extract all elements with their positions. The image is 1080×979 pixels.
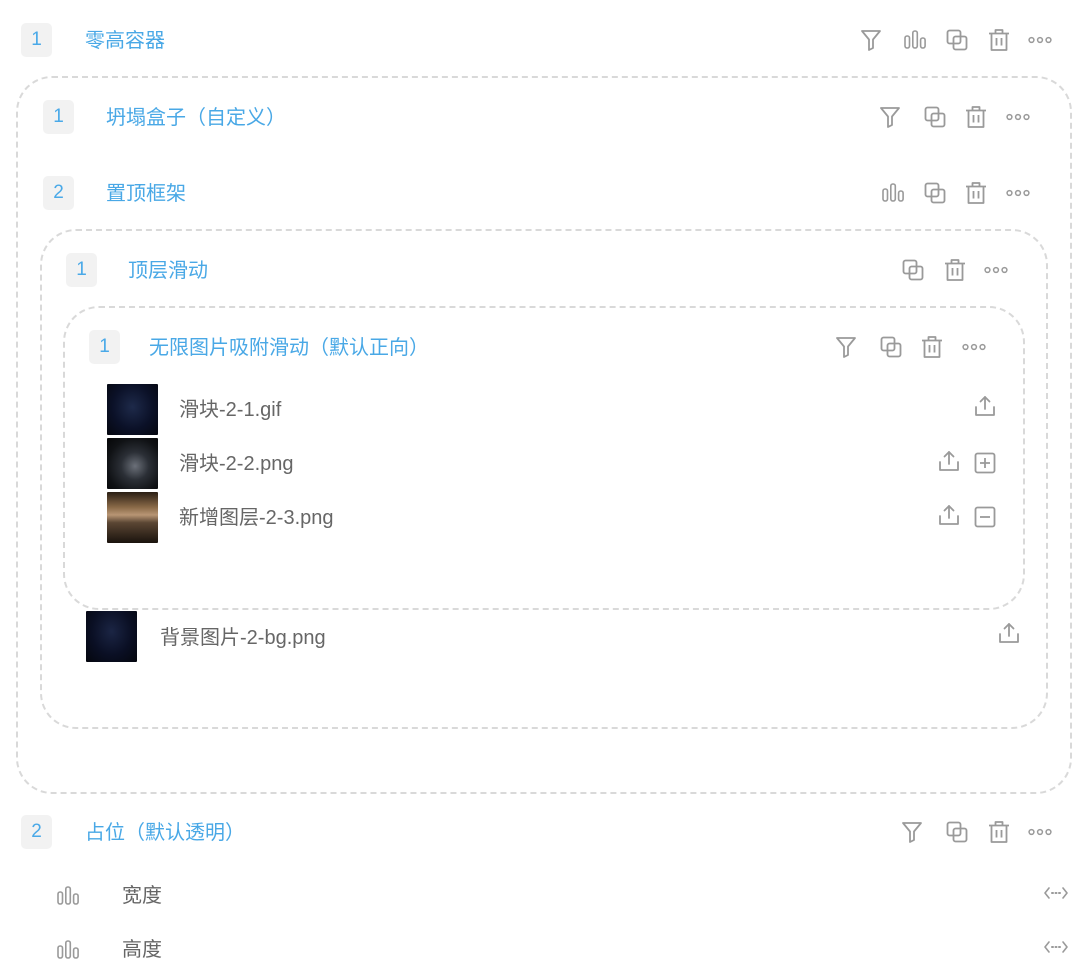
more-icon[interactable] [1027, 27, 1053, 53]
image-name: 新增图层-2-3.png [179, 507, 334, 529]
image-thumbnail[interactable] [107, 384, 158, 435]
copy-icon[interactable] [944, 27, 970, 53]
placeholder-index: 2 [21, 815, 52, 849]
copy-icon[interactable] [922, 104, 948, 130]
image-thumbnail[interactable] [86, 611, 137, 662]
copy-icon[interactable] [900, 257, 926, 283]
remove-square-icon[interactable] [972, 504, 998, 530]
image-thumbnail[interactable] [107, 438, 158, 489]
background-image-name: 背景图片-2-bg.png [160, 627, 326, 649]
pinned-frame-title[interactable]: 置顶框架 [106, 182, 186, 206]
copy-icon[interactable] [944, 819, 970, 845]
trash-icon[interactable] [986, 819, 1012, 845]
zero-container-title[interactable]: 零高容器 [85, 29, 165, 53]
top-scroll-index: 1 [66, 253, 97, 287]
upload-icon[interactable] [972, 393, 998, 419]
bar-chart-icon[interactable] [902, 27, 928, 53]
trash-icon[interactable] [919, 334, 945, 360]
image-name: 滑块-2-2.png [179, 453, 294, 475]
zero-container-index: 1 [21, 23, 52, 57]
upload-icon[interactable] [936, 502, 962, 528]
more-icon[interactable] [1005, 180, 1031, 206]
more-icon[interactable] [1005, 104, 1031, 130]
trash-icon[interactable] [963, 104, 989, 130]
more-icon[interactable] [961, 334, 987, 360]
trash-icon[interactable] [986, 27, 1012, 53]
collapse-box-index: 1 [43, 100, 74, 134]
filter-icon[interactable] [899, 819, 925, 845]
add-square-icon[interactable] [972, 450, 998, 476]
more-icon[interactable] [1027, 819, 1053, 845]
copy-icon[interactable] [878, 334, 904, 360]
image-name: 滑块-2-1.gif [179, 399, 282, 421]
placeholder-title[interactable]: 占位（默认透明） [85, 821, 245, 845]
upload-icon[interactable] [996, 620, 1022, 646]
top-scroll-title[interactable]: 顶层滑动 [128, 259, 208, 283]
bar-chart-icon[interactable] [880, 180, 906, 206]
pinned-frame-index: 2 [43, 176, 74, 210]
resize-horizontal-icon[interactable] [1043, 934, 1069, 960]
copy-icon[interactable] [922, 180, 948, 206]
infinite-scroll-index: 1 [89, 330, 120, 364]
infinite-scroll-title[interactable]: 无限图片吸附滑动（默认正向） [149, 336, 429, 360]
resize-horizontal-icon[interactable] [1043, 880, 1069, 906]
image-thumbnail[interactable] [107, 492, 158, 543]
filter-icon[interactable] [877, 104, 903, 130]
bar-chart-icon [55, 937, 81, 963]
upload-icon[interactable] [936, 448, 962, 474]
filter-icon[interactable] [858, 27, 884, 53]
trash-icon[interactable] [963, 180, 989, 206]
more-icon[interactable] [983, 257, 1009, 283]
bar-chart-icon [55, 883, 81, 909]
property-label: 高度 [122, 939, 162, 961]
filter-icon[interactable] [833, 334, 859, 360]
collapse-box-title[interactable]: 坍塌盒子（自定义） [106, 106, 286, 130]
trash-icon[interactable] [942, 257, 968, 283]
property-label: 宽度 [122, 885, 162, 907]
